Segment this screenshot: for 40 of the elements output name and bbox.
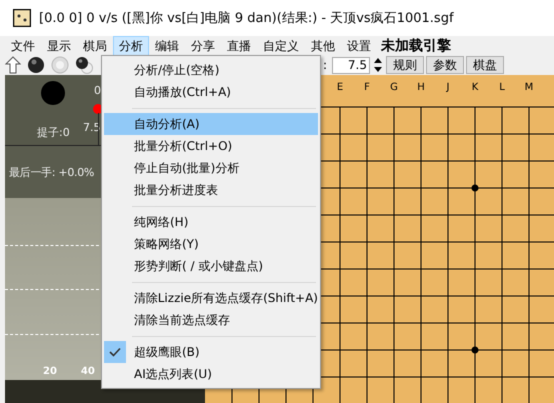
- menu-item[interactable]: 分析: [113, 36, 149, 56]
- up-arrow-icon[interactable]: [5, 56, 21, 74]
- column-label: H: [417, 82, 425, 93]
- column-label: K: [472, 82, 478, 93]
- app-icon: [13, 9, 31, 27]
- stones-icon[interactable]: [75, 56, 93, 74]
- komi-input[interactable]: 7.5: [332, 56, 370, 74]
- toolbar-button[interactable]: 棋盘: [466, 56, 504, 74]
- axis-label: 40: [80, 366, 95, 377]
- menu-item[interactable]: 其他: [305, 36, 341, 56]
- menu-item[interactable]: 文件: [5, 36, 41, 56]
- menu-item[interactable]: 编辑: [149, 36, 185, 56]
- star-point: [472, 184, 478, 192]
- captures-label: 提子:0: [37, 125, 70, 140]
- toolbar-button[interactable]: 规则: [386, 56, 424, 74]
- menu-item[interactable]: 自定义: [257, 36, 305, 56]
- column-label: L: [499, 82, 505, 93]
- komi-label: :: [322, 58, 327, 72]
- menu-item[interactable]: 设置: [341, 36, 377, 56]
- column-label: J: [446, 82, 450, 93]
- checkmark-icon: [104, 341, 126, 363]
- menu-item[interactable]: 直播: [221, 36, 257, 56]
- axis-label: 20: [43, 366, 57, 377]
- stone-icon[interactable]: [27, 56, 45, 74]
- toolbar-button[interactable]: 参数: [426, 56, 464, 74]
- menu-item[interactable]: 棋局: [77, 36, 113, 56]
- menu-option[interactable]: 自动分析(A): [104, 113, 318, 135]
- star-point: [472, 346, 478, 354]
- last-move-label: 最后一手: +0.0%: [9, 164, 94, 180]
- window-title: [0.0 0] 0 v/s ([黑]你 vs[白]电脑 9 dan)(结果:) - 天顶vs疯石1001.sgf: [39, 10, 454, 27]
- column-label: M: [524, 82, 534, 93]
- engine-status: 未加载引擎: [381, 36, 451, 54]
- menu-item[interactable]: 显示: [41, 36, 77, 56]
- column-label: E: [336, 82, 344, 93]
- scale-label: 0: [94, 84, 101, 97]
- column-label: G: [390, 82, 398, 93]
- spinner[interactable]: [372, 56, 384, 74]
- menu-item[interactable]: 分享: [185, 36, 221, 56]
- column-label: F: [364, 82, 370, 93]
- stone-icon: [41, 81, 65, 105]
